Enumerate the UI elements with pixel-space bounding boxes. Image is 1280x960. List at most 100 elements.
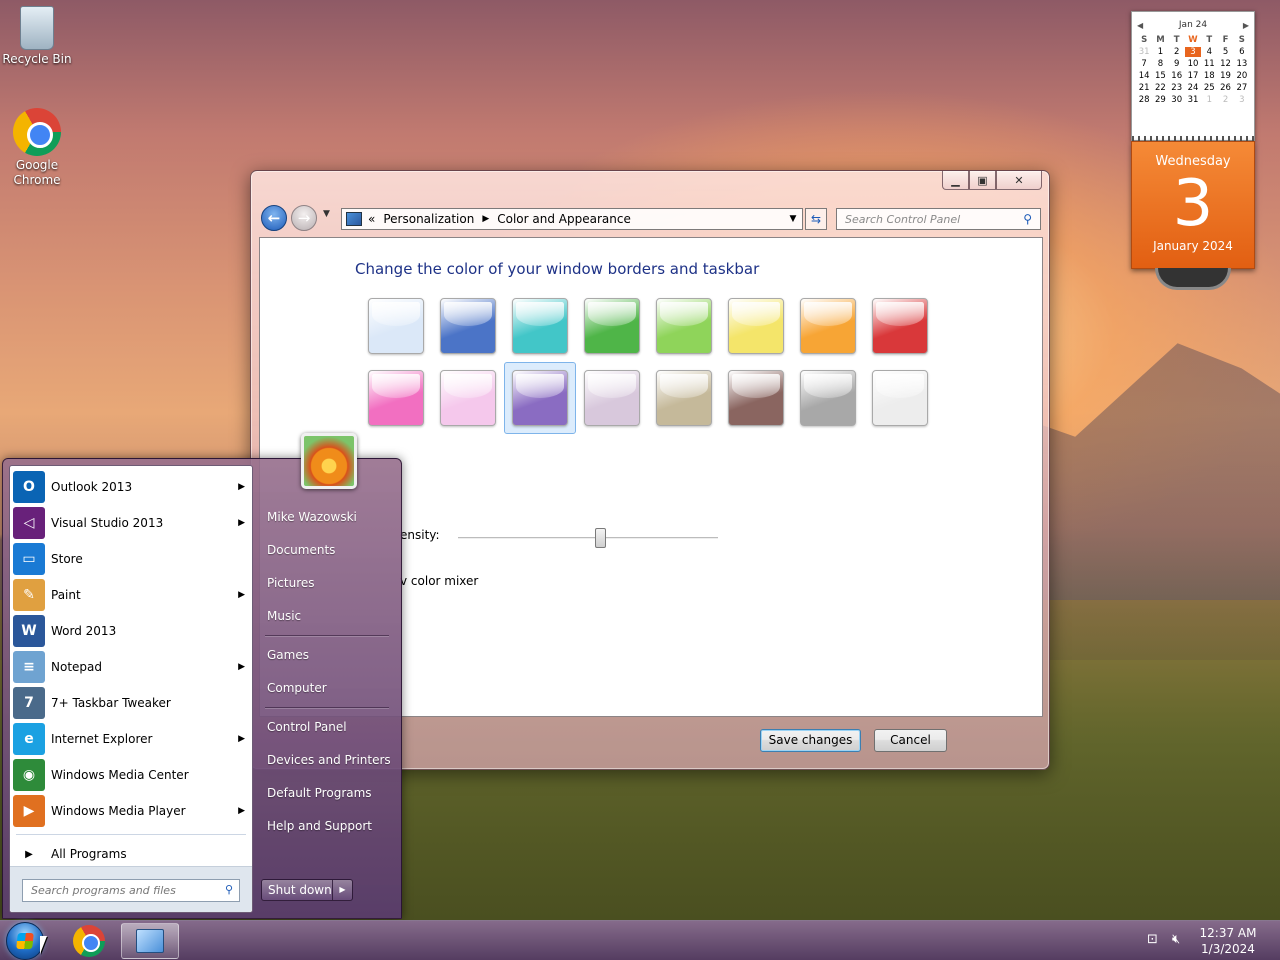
calendar-day[interactable]: 22 <box>1152 83 1168 93</box>
calendar-day[interactable]: 1 <box>1152 47 1168 57</box>
calendar-day[interactable]: 31 <box>1185 95 1201 105</box>
close-button[interactable]: ✕ <box>996 171 1042 190</box>
calendar-day[interactable]: 7 <box>1136 59 1152 69</box>
calendar-day[interactable]: 25 <box>1201 83 1217 93</box>
color-swatch[interactable] <box>728 298 784 354</box>
submenu-arrow-icon[interactable]: ▶ <box>238 734 245 744</box>
start-program-item[interactable]: ▶ Windows Media Player ▶ <box>13 794 251 828</box>
color-swatch[interactable] <box>728 370 784 426</box>
prev-month-icon[interactable]: ◀ <box>1137 21 1143 30</box>
breadcrumb-separator-icon[interactable]: ▶ <box>482 214 489 224</box>
color-intensity-slider-thumb[interactable] <box>595 528 606 548</box>
calendar-day[interactable]: 5 <box>1217 47 1233 57</box>
color-swatch[interactable] <box>872 298 928 354</box>
submenu-arrow-icon[interactable]: ▶ <box>238 590 245 600</box>
calendar-day[interactable]: 21 <box>1136 83 1152 93</box>
color-swatch[interactable] <box>368 370 424 426</box>
color-intensity-slider[interactable] <box>458 537 718 539</box>
calendar-day[interactable]: 3 <box>1184 47 1202 57</box>
calendar-day[interactable]: 9 <box>1169 59 1185 69</box>
calendar-day[interactable]: 19 <box>1217 71 1233 81</box>
start-program-item[interactable]: O Outlook 2013 ▶ <box>13 470 251 504</box>
next-month-icon[interactable]: ▶ <box>1243 21 1249 30</box>
recent-pages-button[interactable]: ▼ <box>323 209 330 219</box>
color-swatch[interactable] <box>800 370 856 426</box>
forward-button[interactable]: → <box>291 205 317 231</box>
color-swatch[interactable] <box>584 370 640 426</box>
taskbar-clock[interactable]: 12:37 AM 1/3/2024 <box>1190 925 1266 957</box>
breadcrumb-personalization[interactable]: Personalization <box>383 212 474 226</box>
calendar-day[interactable]: 2 <box>1217 95 1233 105</box>
start-program-item[interactable]: ✎ Paint ▶ <box>13 578 251 612</box>
calendar-day[interactable]: 12 <box>1217 59 1233 69</box>
save-changes-button[interactable]: Save changes <box>760 729 861 752</box>
start-place-item[interactable]: Control Panel <box>267 720 347 734</box>
start-place-item[interactable]: Documents <box>267 543 335 557</box>
start-menu[interactable]: O Outlook 2013 ▶ ◁ Visual Studio 2013 ▶ ▭ Store… <box>2 433 402 919</box>
start-place-item[interactable]: Computer <box>267 681 327 695</box>
taskbar-control-panel-button[interactable] <box>121 923 179 959</box>
start-place-item[interactable]: Music <box>267 609 301 623</box>
submenu-arrow-icon[interactable]: ▶ <box>238 806 245 816</box>
network-icon[interactable]: ⊡ <box>1147 932 1158 947</box>
calendar-grid[interactable]: S M T W T F S 31 1 2 3 4 5 6 7 8 9 10 11 12 13 14 15 16 17 18 19 20… <box>1132 33 1254 105</box>
start-place-item[interactable]: Devices and Printers <box>267 753 391 767</box>
calendar-gadget-day[interactable]: Wednesday 3 January 2024 <box>1131 141 1255 269</box>
color-swatch[interactable] <box>656 370 712 426</box>
address-dropdown-icon[interactable]: ▼ <box>784 214 802 224</box>
start-program-item[interactable]: ▭ Store <box>13 542 251 576</box>
start-place-item[interactable]: Pictures <box>267 576 315 590</box>
calendar-day[interactable]: 2 <box>1169 47 1185 57</box>
user-picture[interactable] <box>301 433 357 489</box>
shutdown-options-icon[interactable]: ▶ <box>332 880 352 900</box>
calendar-day[interactable]: 15 <box>1152 71 1168 81</box>
address-bar[interactable]: « Personalization ▶ Color and Appearance… <box>341 208 803 230</box>
start-place-item[interactable]: Help and Support <box>267 819 372 833</box>
submenu-arrow-icon[interactable]: ▶ <box>238 662 245 672</box>
cancel-button[interactable]: Cancel <box>874 729 947 752</box>
calendar-day[interactable]: 17 <box>1185 71 1201 81</box>
start-place-item[interactable]: Mike Wazowski <box>267 510 357 524</box>
calendar-day[interactable]: 4 <box>1201 47 1217 57</box>
color-swatch[interactable] <box>368 298 424 354</box>
calendar-day[interactable]: 11 <box>1201 59 1217 69</box>
refresh-button[interactable]: ⇆ <box>805 208 827 230</box>
calendar-day[interactable]: 26 <box>1217 83 1233 93</box>
control-panel-search-input[interactable]: Search Control Panel ⚲ <box>836 208 1041 230</box>
calendar-day[interactable]: 30 <box>1169 95 1185 105</box>
show-color-mixer-toggle[interactable]: v color mixer <box>400 574 478 588</box>
color-swatch[interactable] <box>800 298 856 354</box>
minimize-button[interactable]: ▁ <box>942 171 969 190</box>
calendar-day[interactable]: 3 <box>1234 95 1250 105</box>
start-button[interactable] <box>6 922 44 960</box>
start-program-item[interactable]: W Word 2013 <box>13 614 251 648</box>
start-place-item[interactable]: Games <box>267 648 309 662</box>
color-swatch[interactable] <box>512 298 568 354</box>
color-swatch[interactable] <box>872 370 928 426</box>
breadcrumb-overflow[interactable]: « <box>368 212 375 226</box>
back-button[interactable]: ← <box>261 205 287 231</box>
color-swatch[interactable] <box>512 370 568 426</box>
start-program-item[interactable]: ◉ Windows Media Center <box>13 758 251 792</box>
desktop-icon-recycle-bin[interactable]: Recycle Bin <box>1 6 73 66</box>
calendar-day[interactable]: 20 <box>1234 71 1250 81</box>
start-search-input[interactable]: Search programs and files ⚲ <box>22 879 240 902</box>
start-place-item[interactable]: Default Programs <box>267 786 372 800</box>
calendar-gadget-month[interactable]: ◀ Jan 24 ▶ S M T W T F S 31 1 2 3 4 5 6 7 8 9 10 11 12 13 14 1… <box>1131 11 1256 146</box>
volume-muted-icon[interactable]: 🔇︎ <box>1172 932 1180 947</box>
desktop-icon-google-chrome[interactable]: Google Chrome <box>1 108 73 188</box>
maximize-button[interactable]: ▣ <box>969 171 996 190</box>
color-swatch[interactable] <box>656 298 712 354</box>
calendar-day[interactable]: 24 <box>1185 83 1201 93</box>
calendar-day[interactable]: 6 <box>1234 47 1250 57</box>
search-icon[interactable]: ⚲ <box>1023 212 1032 226</box>
taskbar-chrome-button[interactable] <box>60 923 118 959</box>
shutdown-button[interactable]: Shut down ▶ <box>261 879 353 901</box>
breadcrumb-color-and-appearance[interactable]: Color and Appearance <box>497 212 631 226</box>
calendar-day[interactable]: 8 <box>1152 59 1168 69</box>
calendar-day[interactable]: 13 <box>1234 59 1250 69</box>
color-swatch[interactable] <box>440 370 496 426</box>
start-program-item[interactable]: e Internet Explorer ▶ <box>13 722 251 756</box>
start-program-item[interactable]: ≡ Notepad ▶ <box>13 650 251 684</box>
submenu-arrow-icon[interactable]: ▶ <box>238 482 245 492</box>
